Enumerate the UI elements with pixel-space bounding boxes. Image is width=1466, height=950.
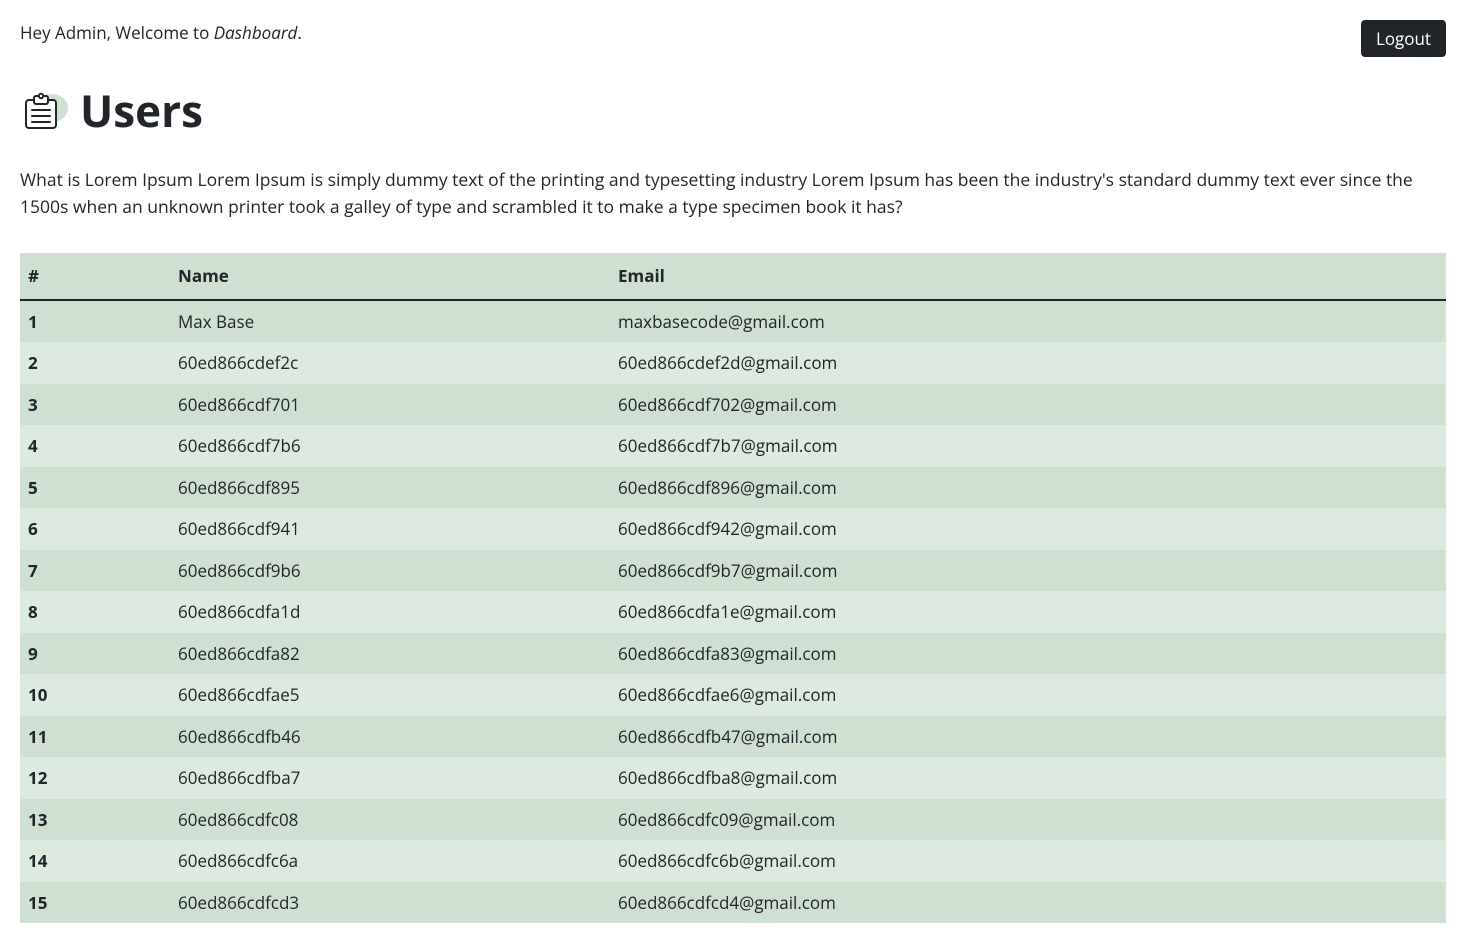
table-row: 1460ed866cdfc6a60ed866cdfc6b@gmail.com bbox=[20, 840, 1446, 882]
row-index: 1 bbox=[20, 300, 170, 343]
row-name: 60ed866cdfae5 bbox=[170, 674, 610, 716]
table-row: 960ed866cdfa8260ed866cdfa83@gmail.com bbox=[20, 633, 1446, 675]
row-name: 60ed866cdef2c bbox=[170, 342, 610, 384]
row-name: Max Base bbox=[170, 300, 610, 343]
row-email: 60ed866cdfba8@gmail.com bbox=[610, 757, 1446, 799]
table-header-row: # Name Email bbox=[20, 253, 1446, 300]
row-email: 60ed866cdfa83@gmail.com bbox=[610, 633, 1446, 675]
row-email: 60ed866cdf9b7@gmail.com bbox=[610, 550, 1446, 592]
page-description: What is Lorem Ipsum Lorem Ipsum is simpl… bbox=[20, 167, 1446, 221]
users-table: # Name Email 1Max Basemaxbasecode@gmail.… bbox=[20, 253, 1446, 923]
greeting-emphasis: Dashboard bbox=[214, 21, 298, 44]
row-index: 2 bbox=[20, 342, 170, 384]
row-email: 60ed866cdfb47@gmail.com bbox=[610, 716, 1446, 758]
row-email: 60ed866cdf896@gmail.com bbox=[610, 467, 1446, 509]
table-row: 1060ed866cdfae560ed866cdfae6@gmail.com bbox=[20, 674, 1446, 716]
row-name: 60ed866cdfc6a bbox=[170, 840, 610, 882]
table-row: 1260ed866cdfba760ed866cdfba8@gmail.com bbox=[20, 757, 1446, 799]
table-row: 1360ed866cdfc0860ed866cdfc09@gmail.com bbox=[20, 799, 1446, 841]
row-email: 60ed866cdef2d@gmail.com bbox=[610, 342, 1446, 384]
table-row: 660ed866cdf94160ed866cdf942@gmail.com bbox=[20, 508, 1446, 550]
row-email: 60ed866cdf7b7@gmail.com bbox=[610, 425, 1446, 467]
row-index: 3 bbox=[20, 384, 170, 426]
row-index: 13 bbox=[20, 799, 170, 841]
table-header-index: # bbox=[20, 253, 170, 300]
row-index: 9 bbox=[20, 633, 170, 675]
greeting-prefix: Hey Admin, Welcome to bbox=[20, 21, 214, 44]
row-email: 60ed866cdfae6@gmail.com bbox=[610, 674, 1446, 716]
row-email: maxbasecode@gmail.com bbox=[610, 300, 1446, 343]
page-heading: Users bbox=[20, 77, 1446, 143]
row-index: 14 bbox=[20, 840, 170, 882]
row-index: 10 bbox=[20, 674, 170, 716]
row-index: 8 bbox=[20, 591, 170, 633]
table-row: 360ed866cdf70160ed866cdf702@gmail.com bbox=[20, 384, 1446, 426]
row-name: 60ed866cdf895 bbox=[170, 467, 610, 509]
logout-button[interactable]: Logout bbox=[1361, 20, 1446, 57]
row-name: 60ed866cdfba7 bbox=[170, 757, 610, 799]
greeting-text: Hey Admin, Welcome to Dashboard. bbox=[20, 20, 302, 46]
row-email: 60ed866cdfc09@gmail.com bbox=[610, 799, 1446, 841]
table-row: 1160ed866cdfb4660ed866cdfb47@gmail.com bbox=[20, 716, 1446, 758]
row-name: 60ed866cdf9b6 bbox=[170, 550, 610, 592]
row-email: 60ed866cdfc6b@gmail.com bbox=[610, 840, 1446, 882]
row-index: 5 bbox=[20, 467, 170, 509]
table-row: 460ed866cdf7b660ed866cdf7b7@gmail.com bbox=[20, 425, 1446, 467]
row-email: 60ed866cdf702@gmail.com bbox=[610, 384, 1446, 426]
table-row: 1560ed866cdfcd360ed866cdfcd4@gmail.com bbox=[20, 882, 1446, 924]
table-row: 860ed866cdfa1d60ed866cdfa1e@gmail.com bbox=[20, 591, 1446, 633]
row-name: 60ed866cdfcd3 bbox=[170, 882, 610, 924]
row-email: 60ed866cdf942@gmail.com bbox=[610, 508, 1446, 550]
row-index: 6 bbox=[20, 508, 170, 550]
row-name: 60ed866cdfc08 bbox=[170, 799, 610, 841]
row-name: 60ed866cdfb46 bbox=[170, 716, 610, 758]
table-row: 1Max Basemaxbasecode@gmail.com bbox=[20, 300, 1446, 343]
row-index: 11 bbox=[20, 716, 170, 758]
clipboard-icon bbox=[20, 86, 68, 134]
table-header-email: Email bbox=[610, 253, 1446, 300]
top-bar: Hey Admin, Welcome to Dashboard. Logout bbox=[20, 20, 1446, 57]
table-header-name: Name bbox=[170, 253, 610, 300]
row-name: 60ed866cdf7b6 bbox=[170, 425, 610, 467]
row-name: 60ed866cdfa82 bbox=[170, 633, 610, 675]
row-name: 60ed866cdf941 bbox=[170, 508, 610, 550]
table-row: 760ed866cdf9b660ed866cdf9b7@gmail.com bbox=[20, 550, 1446, 592]
row-name: 60ed866cdfa1d bbox=[170, 591, 610, 633]
row-name: 60ed866cdf701 bbox=[170, 384, 610, 426]
table-row: 560ed866cdf89560ed866cdf896@gmail.com bbox=[20, 467, 1446, 509]
row-index: 7 bbox=[20, 550, 170, 592]
page-title: Users bbox=[80, 77, 203, 143]
row-index: 12 bbox=[20, 757, 170, 799]
row-email: 60ed866cdfa1e@gmail.com bbox=[610, 591, 1446, 633]
row-index: 15 bbox=[20, 882, 170, 924]
table-row: 260ed866cdef2c60ed866cdef2d@gmail.com bbox=[20, 342, 1446, 384]
row-email: 60ed866cdfcd4@gmail.com bbox=[610, 882, 1446, 924]
greeting-suffix: . bbox=[297, 21, 301, 44]
row-index: 4 bbox=[20, 425, 170, 467]
